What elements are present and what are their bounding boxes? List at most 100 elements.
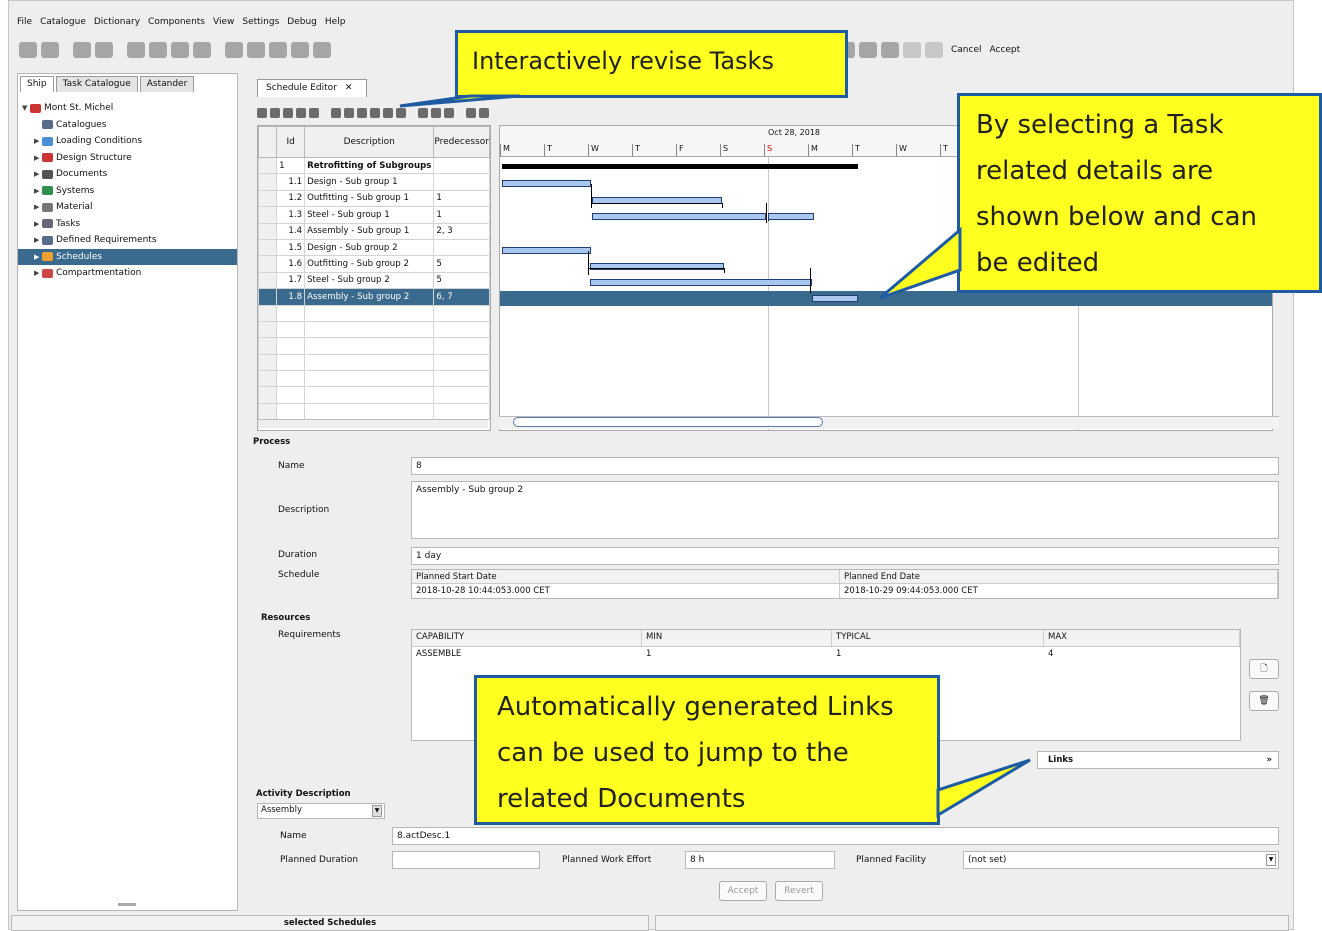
table-row[interactable] — [258, 337, 490, 355]
activity-accept-button[interactable]: Accept — [719, 881, 767, 901]
end-date-header[interactable]: Planned End Date — [840, 570, 1278, 583]
table-row[interactable]: 1.3 Steel - Sub group 11 — [258, 206, 490, 224]
row-header-cell[interactable] — [258, 386, 278, 404]
max-cell[interactable]: 4 — [1044, 647, 1240, 663]
task-bar[interactable] — [592, 213, 766, 220]
tree-item[interactable]: ▼ Mont St. Michel — [18, 100, 237, 117]
menu-dictionary[interactable]: Dictionary — [94, 17, 140, 27]
table-row[interactable]: 1.6 Outfitting - Sub group 25 — [258, 255, 490, 273]
description-cell[interactable] — [304, 304, 435, 322]
menu-help[interactable]: Help — [325, 17, 346, 27]
tree-item[interactable]: ▶ Defined Requirements — [18, 232, 237, 249]
row-header-cell[interactable] — [258, 304, 278, 322]
menu-view[interactable]: View — [213, 17, 234, 27]
table-row[interactable] — [258, 386, 490, 404]
predecessor-cell[interactable]: 2, 3 — [433, 222, 490, 240]
activity-type-select[interactable]: Assembly ▼ — [257, 803, 385, 819]
planned-facility-select[interactable]: (not set) ▼ — [963, 851, 1279, 869]
task-align-icon[interactable] — [296, 108, 306, 118]
name-field[interactable]: 8 — [411, 457, 1279, 475]
cancel-button[interactable]: Cancel — [951, 45, 982, 55]
back-arrow-icon[interactable] — [903, 42, 921, 58]
settings-icon[interactable] — [479, 108, 489, 118]
id-cell[interactable]: 1.4 — [276, 222, 306, 240]
id-cell[interactable]: 1.1 — [276, 173, 306, 191]
table-row[interactable] — [258, 320, 490, 339]
description-cell[interactable]: Outfitting - Sub group 1 — [304, 189, 435, 208]
move-right-icon[interactable] — [370, 108, 380, 118]
task-bar[interactable] — [812, 295, 858, 302]
tree-expander-icon[interactable]: ▶ — [34, 199, 42, 216]
table-row[interactable]: 1.4 Assembly - Sub group 1 2, 3 — [258, 222, 490, 240]
capability-header[interactable]: CAPABILITY — [412, 630, 642, 646]
new-document-icon[interactable] — [313, 42, 331, 58]
outdent-icon[interactable] — [257, 108, 267, 118]
save-icon[interactable] — [19, 42, 37, 58]
table-row[interactable] — [258, 353, 490, 372]
undo-icon[interactable] — [127, 42, 145, 58]
description-field[interactable]: Assembly - Sub group 2 — [411, 481, 1279, 539]
book-alt-icon[interactable] — [247, 42, 265, 58]
capability-cell[interactable]: ASSEMBLE — [412, 647, 642, 663]
id-cell[interactable]: 1.3 — [276, 206, 306, 224]
row-header-cell[interactable] — [258, 288, 278, 306]
min-cell[interactable]: 1 — [642, 647, 832, 663]
scrollbar-handle[interactable] — [118, 903, 136, 906]
grid-scrollbar[interactable] — [258, 419, 488, 428]
id-cell[interactable]: 1.7 — [276, 271, 306, 290]
move-both-icon[interactable] — [396, 108, 406, 118]
task-bar[interactable] — [502, 180, 591, 187]
row-header-cell[interactable] — [258, 353, 278, 372]
predecessor-cell[interactable] — [433, 337, 490, 355]
description-cell[interactable] — [304, 320, 435, 339]
min-header[interactable]: MIN — [642, 630, 832, 646]
description-cell[interactable]: Design - Sub group 1 — [304, 173, 435, 191]
gantt-horizontal-scrollbar[interactable] — [499, 416, 1279, 429]
delete-requirement-button[interactable]: 🗑 — [1249, 691, 1279, 711]
move-left-icon[interactable] — [383, 108, 393, 118]
table-row[interactable]: 1.5 Design - Sub group 2 — [258, 238, 490, 257]
tree-item[interactable]: ▶ Design Structure — [18, 150, 237, 167]
tree-icon[interactable] — [171, 42, 189, 58]
export-icon[interactable] — [466, 108, 476, 118]
id-cell[interactable] — [276, 402, 306, 421]
predecessor-cell[interactable]: 5 — [433, 271, 490, 290]
row-header-cell[interactable] — [258, 255, 278, 273]
tree-item[interactable]: ▶ Material — [18, 199, 237, 216]
forward-arrow-icon[interactable] — [925, 42, 943, 58]
tree-expander-icon[interactable]: ▶ — [34, 183, 42, 200]
tab-schedule-editor[interactable]: Schedule Editor ✕ — [257, 79, 367, 97]
predecessor-cell[interactable] — [433, 386, 490, 404]
description-cell[interactable] — [304, 402, 435, 421]
tab-ship[interactable]: Ship — [20, 76, 54, 92]
id-cell[interactable] — [276, 337, 306, 355]
row-header-cell[interactable] — [258, 222, 278, 240]
table-row[interactable] — [258, 304, 490, 322]
accept-button[interactable]: Accept — [990, 45, 1021, 55]
task-add-icon[interactable] — [270, 108, 280, 118]
task-bar[interactable] — [768, 213, 814, 220]
table-row[interactable]: 1.7 Steel - Sub group 25 — [258, 271, 490, 290]
tree-item[interactable]: ▶ Tasks — [18, 216, 237, 233]
row-header-cell[interactable] — [258, 156, 278, 175]
description-cell[interactable]: Design - Sub group 2 — [304, 238, 435, 257]
task-link-icon[interactable] — [283, 108, 293, 118]
tree-expander-icon[interactable]: ▶ — [34, 150, 42, 167]
document-icon[interactable] — [269, 42, 287, 58]
menu-settings[interactable]: Settings — [242, 17, 279, 27]
id-cell[interactable]: 1.2 — [276, 189, 306, 208]
description-cell[interactable]: Steel - Sub group 1 — [304, 206, 435, 224]
tab-astander[interactable]: Astander — [139, 76, 195, 92]
tree-item[interactable]: Catalogues — [18, 117, 237, 134]
description-cell[interactable]: Retrofitting of Subgroups — [304, 156, 435, 175]
tab-task-catalogue[interactable]: Task Catalogue — [55, 76, 138, 92]
description-cell[interactable] — [304, 337, 435, 355]
row-header-cell[interactable] — [258, 206, 278, 224]
task-sum-icon[interactable] — [309, 108, 319, 118]
planned-duration-field[interactable] — [392, 851, 540, 869]
activity-name-field[interactable]: 8.actDesc.1 — [392, 827, 1279, 845]
id-cell[interactable]: 1.6 — [276, 255, 306, 273]
scroll-thumb[interactable] — [513, 417, 823, 427]
column-header-predecessor[interactable]: Predecessor — [433, 126, 490, 158]
table-row[interactable]: 1.1 Design - Sub group 1 — [258, 173, 490, 191]
